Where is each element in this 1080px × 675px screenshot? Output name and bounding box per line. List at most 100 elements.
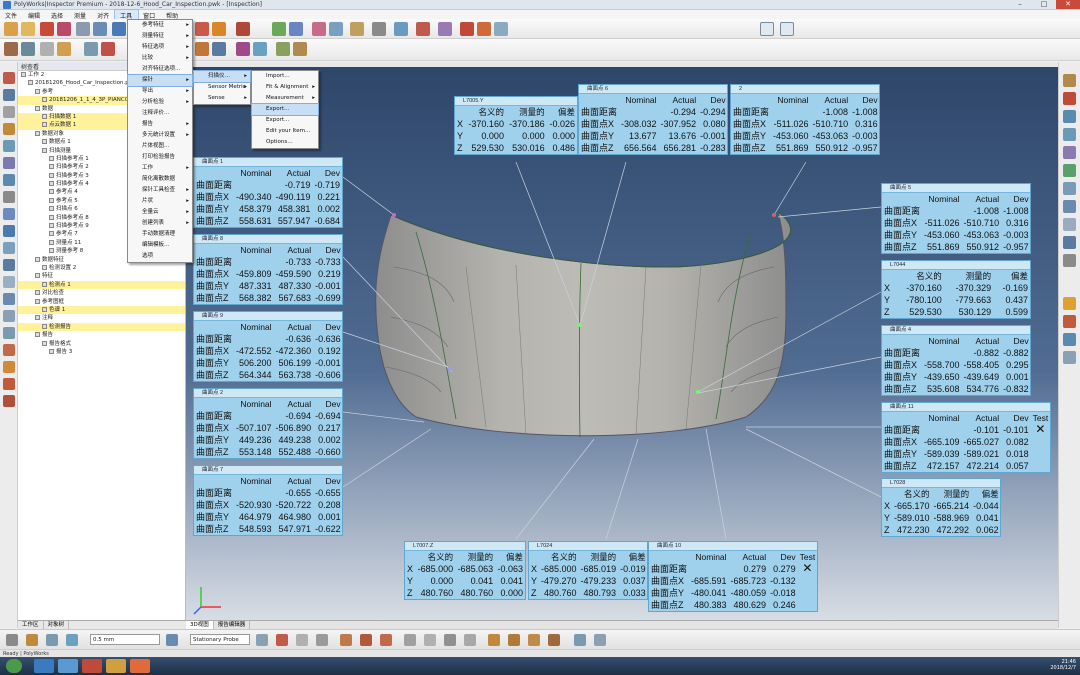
- taskbar-app-1-icon[interactable]: [34, 659, 54, 673]
- plane-icon[interactable]: [312, 22, 326, 36]
- tool-1-icon[interactable]: [3, 72, 15, 84]
- copy-icon[interactable]: [76, 22, 90, 36]
- view-15-icon[interactable]: [1063, 351, 1076, 364]
- taskbar-app-2-icon[interactable]: [58, 659, 78, 673]
- list-icon[interactable]: [46, 634, 58, 646]
- menu-item[interactable]: Measurement ▸: [252, 93, 318, 104]
- view-3-icon[interactable]: [1063, 110, 1076, 123]
- measurement-panel[interactable]: L7005.Y 名义的 测量的 偏差 X -370.160 -370.186 -0.026 Y 0…: [454, 96, 578, 155]
- view-11-icon[interactable]: [1063, 254, 1076, 267]
- menu-item[interactable]: Export…: [251, 103, 319, 116]
- view-12-icon[interactable]: [1063, 297, 1076, 310]
- menu-item[interactable]: 注释评价…: [128, 108, 192, 119]
- feature-1-icon[interactable]: [340, 634, 352, 646]
- measurement-panel[interactable]: 曲面点 1 Nominal Actual Dev 曲面距离 -0.719 -0.719 曲面点…: [193, 157, 343, 228]
- view-13-icon[interactable]: [1063, 315, 1076, 328]
- menu-item[interactable]: 手动数据清理: [128, 229, 192, 240]
- tool-6-icon[interactable]: [3, 157, 15, 169]
- taskbar-polyworks-icon[interactable]: [130, 659, 150, 673]
- tool-12-icon[interactable]: [3, 259, 15, 271]
- menu-item[interactable]: Export…: [252, 115, 318, 126]
- measure-point[interactable]: [578, 323, 582, 327]
- probe-icon[interactable]: [212, 22, 226, 36]
- menu-item[interactable]: 片体视图…: [128, 141, 192, 152]
- chart-icon[interactable]: [416, 22, 430, 36]
- measurement-panel[interactable]: 曲面点 9 Nominal Actual Dev 曲面距离 -0.636 -0.636 曲面点…: [193, 311, 343, 382]
- view-6-icon[interactable]: [1063, 164, 1076, 177]
- text-k-icon[interactable]: [780, 22, 794, 36]
- report-icon[interactable]: [438, 22, 452, 36]
- view-10-icon[interactable]: [1063, 236, 1076, 249]
- menu-item[interactable]: 片状 ▸: [128, 196, 192, 207]
- measurement-panel[interactable]: 曲面点 2 Nominal Actual Dev 曲面距离 -0.694 -0.694 曲面点…: [193, 388, 343, 459]
- tool-7-icon[interactable]: [3, 174, 15, 186]
- report-export-icon[interactable]: [477, 22, 491, 36]
- start-icon[interactable]: [6, 659, 22, 673]
- menu-item[interactable]: Sense ▸: [194, 93, 250, 104]
- tree-row[interactable]: 报告 3: [18, 348, 185, 356]
- menu-item[interactable]: 报告 ▸: [128, 119, 192, 130]
- tree-row[interactable]: 参考图框: [18, 298, 185, 306]
- measure-point[interactable]: [772, 213, 776, 217]
- window-icon[interactable]: [101, 42, 115, 56]
- stop-icon[interactable]: [276, 634, 288, 646]
- pen-icon[interactable]: [40, 42, 54, 56]
- tree-row[interactable]: 报告: [18, 331, 185, 339]
- measurement-panel[interactable]: L7028 名义的 测量的 偏差 X -665.170 -665.214 -0.044 Y -58…: [881, 478, 1001, 537]
- undo-icon[interactable]: [40, 22, 54, 36]
- view-1-icon[interactable]: [1063, 74, 1076, 87]
- tool-20-icon[interactable]: [3, 395, 15, 407]
- tool-10-icon[interactable]: [3, 225, 15, 237]
- menu-item[interactable]: 探针 ▸: [127, 74, 193, 87]
- tool-2-icon[interactable]: [3, 89, 15, 101]
- menu-item[interactable]: 编辑模板…: [128, 240, 192, 251]
- curve-icon[interactable]: [329, 22, 343, 36]
- measure-icon[interactable]: [276, 42, 290, 56]
- menu-item[interactable]: 探针工具检查 ▸: [128, 185, 192, 196]
- maximize-button[interactable]: □: [1032, 0, 1056, 9]
- menu-item[interactable]: 扫描仪… ▸: [193, 70, 251, 83]
- tool-8-icon[interactable]: [3, 191, 15, 203]
- measurement-panel[interactable]: 曲面点 4 Nominal Actual Dev 曲面距离 -0.882 -0.882 曲面点…: [881, 325, 1031, 396]
- measure-point[interactable]: [448, 367, 452, 371]
- tool-5-icon[interactable]: [3, 140, 15, 152]
- view-9-icon[interactable]: [1063, 218, 1076, 231]
- measurement-panel[interactable]: 曲面点 6 Nominal Actual Dev 曲面距离 -0.294 -0.294 曲面点…: [578, 84, 728, 155]
- feature-7-icon[interactable]: [548, 634, 560, 646]
- cube-icon[interactable]: [272, 22, 286, 36]
- measure-point[interactable]: [696, 390, 700, 394]
- line-pick-icon[interactable]: [316, 634, 328, 646]
- menu-item[interactable]: 导出 ▸: [128, 86, 192, 97]
- gauge-icon[interactable]: [293, 42, 307, 56]
- tool-19-icon[interactable]: [3, 378, 15, 390]
- tree-row[interactable]: 注释: [18, 314, 185, 322]
- tool-9-icon[interactable]: [3, 208, 15, 220]
- paste-icon[interactable]: [93, 22, 107, 36]
- menu-item[interactable]: 测量特征 ▸: [128, 31, 192, 42]
- tool-14-icon[interactable]: [3, 293, 15, 305]
- measurement-panel[interactable]: 曲面点 11 Nominal Actual Dev Test 曲面距离 -0.101 -0.1…: [881, 402, 1051, 473]
- minimize-button[interactable]: –: [1008, 0, 1032, 9]
- compare-icon[interactable]: [236, 42, 250, 56]
- menu-item[interactable]: 简化离散数据: [128, 174, 192, 185]
- save-icon[interactable]: [112, 22, 126, 36]
- circle-icon[interactable]: [404, 634, 416, 646]
- feature-3-icon[interactable]: [380, 634, 392, 646]
- measurement-panel[interactable]: L7024 名义的 测量的 偏差 X -685.000 -685.019 -0.019 Y -47…: [528, 541, 648, 600]
- feature-6-icon[interactable]: [528, 634, 540, 646]
- tool-3-icon[interactable]: [3, 106, 15, 118]
- 3d-viewport[interactable]: L7005.Y 名义的 测量的 偏差 X -370.160 -370.186 -0.026 Y 0…: [186, 67, 1058, 620]
- menu-item[interactable]: 全量云 ▸: [128, 207, 192, 218]
- menu-item[interactable]: 选项: [128, 251, 192, 262]
- tree-row[interactable]: 报告格式: [18, 340, 185, 348]
- settings-icon[interactable]: [6, 634, 18, 646]
- cone-icon[interactable]: [444, 634, 456, 646]
- feature-2-icon[interactable]: [360, 634, 372, 646]
- camera-icon[interactable]: [494, 22, 508, 36]
- model-icon[interactable]: [289, 22, 303, 36]
- table-icon[interactable]: [394, 22, 408, 36]
- feature-4-icon[interactable]: [488, 634, 500, 646]
- tool-4-icon[interactable]: [3, 123, 15, 135]
- target-icon[interactable]: [166, 634, 178, 646]
- new-icon[interactable]: [4, 22, 18, 36]
